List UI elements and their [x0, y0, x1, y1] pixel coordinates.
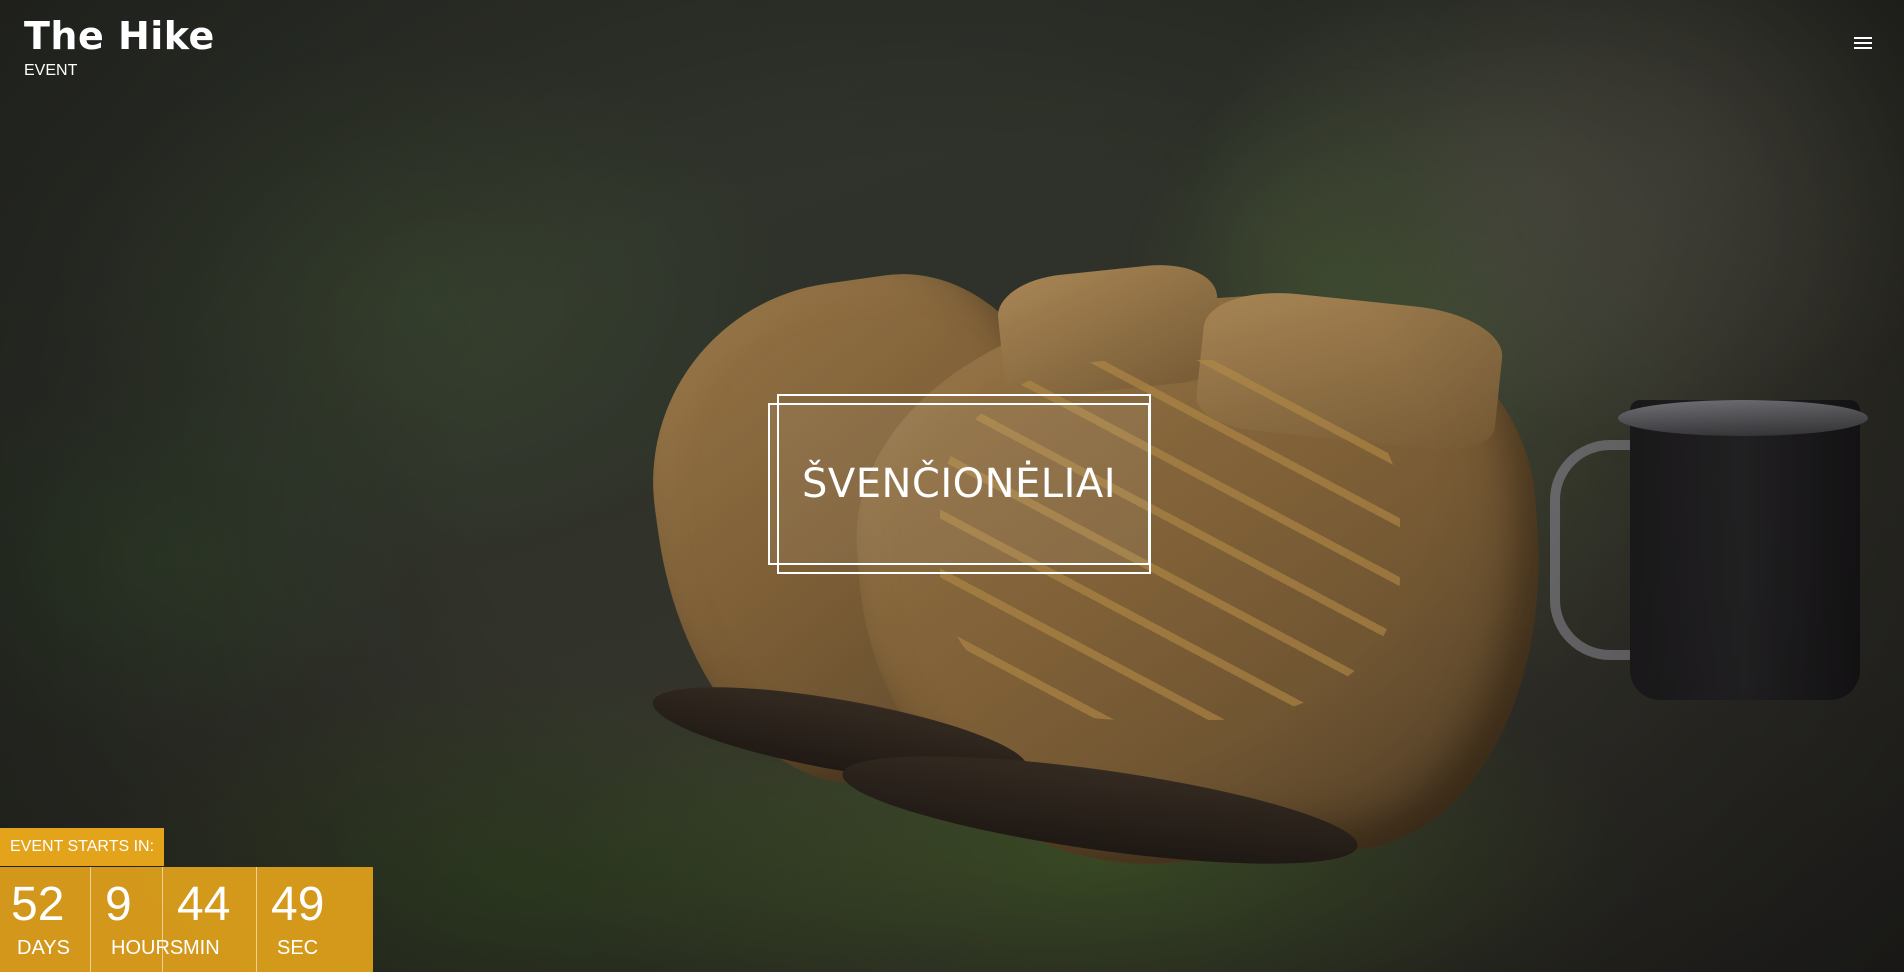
page: The Hike EVENT ŠVENČIONĖLIAI EVENT START…	[0, 0, 1904, 972]
countdown-hours: 9 HOURS	[90, 867, 183, 972]
countdown-seconds-label: SEC	[277, 937, 319, 959]
hamburger-menu-icon	[1854, 37, 1880, 49]
countdown-days-value: 52	[11, 878, 65, 931]
countdown-minutes-value: 44	[177, 878, 231, 931]
brand-title: The Hike	[24, 14, 215, 58]
countdown-timer: 52 DAYS 9 HOURS 44 MIN 49 SEC	[0, 867, 373, 972]
countdown-days: 52 DAYS	[0, 867, 90, 972]
hero-title: ŠVENČIONĖLIAI	[801, 461, 1117, 507]
countdown-minutes: 44 MIN	[162, 867, 256, 972]
countdown-seconds: 49 SEC	[256, 867, 373, 972]
countdown-seconds-value: 49	[271, 878, 325, 931]
brand-logo[interactable]: The Hike EVENT	[24, 14, 215, 80]
countdown-hours-value: 9	[105, 878, 132, 931]
brand-subtitle: EVENT	[24, 62, 78, 79]
hamburger-menu-button[interactable]	[1854, 34, 1880, 56]
countdown-minutes-label: MIN	[183, 937, 220, 959]
countdown-label: EVENT STARTS IN:	[0, 828, 165, 866]
countdown-days-label: DAYS	[17, 937, 70, 959]
